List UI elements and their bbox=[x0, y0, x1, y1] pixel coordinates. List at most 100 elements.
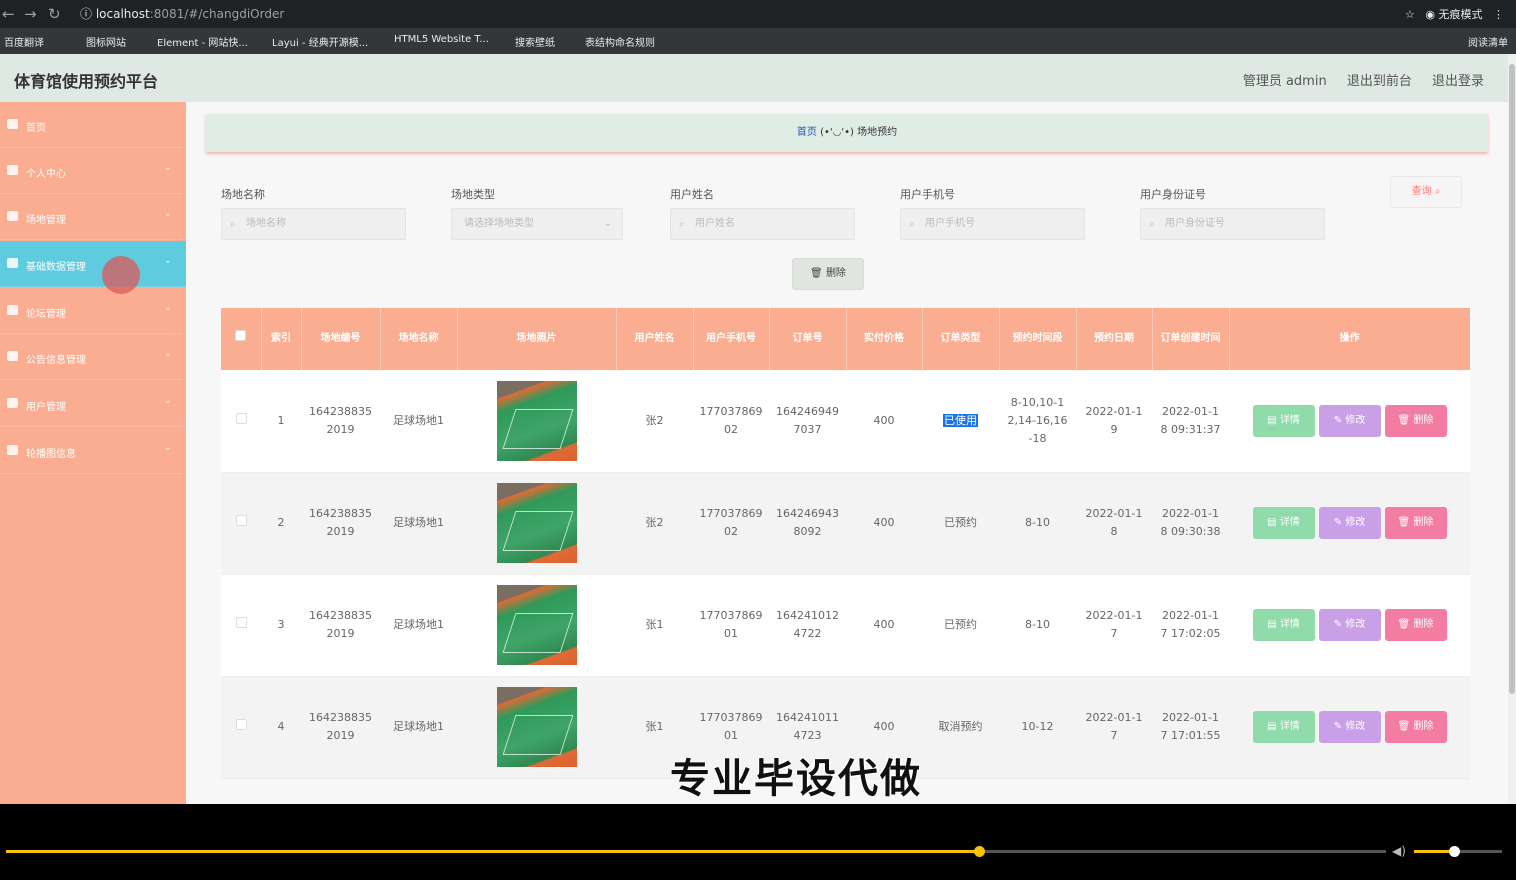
detail-button[interactable]: ▤ 详情 bbox=[1252, 609, 1315, 641]
sidebar-item-basic-data[interactable]: 基础数据管理 ⌄ bbox=[0, 241, 186, 287]
edit-button[interactable]: ✎ 修改 bbox=[1318, 404, 1381, 437]
column-header[interactable]: 实付价格 bbox=[846, 308, 923, 370]
order-type-cell: 已使用 bbox=[922, 370, 999, 473]
venue-name-cell: 足球场地1 bbox=[380, 676, 457, 779]
edit-button[interactable]: ✎ 修改 bbox=[1318, 609, 1381, 641]
bookmark-1[interactable]: 图标网站 bbox=[86, 34, 126, 49]
chevron-down-icon: ⌄ bbox=[163, 395, 172, 406]
delete-button[interactable]: 🗑 删除 bbox=[1384, 404, 1447, 437]
doc-icon: ▤ bbox=[1267, 517, 1277, 528]
delete-button[interactable]: 🗑 删除 bbox=[1384, 609, 1447, 641]
venue-photo-image[interactable] bbox=[496, 585, 577, 665]
user-icon bbox=[7, 165, 18, 175]
column-header[interactable]: 预约日期 bbox=[1076, 308, 1153, 370]
progress-bar[interactable] bbox=[6, 846, 1386, 857]
column-header[interactable]: 订单类型 bbox=[922, 308, 1000, 370]
detail-button[interactable]: ▤ 详情 bbox=[1252, 711, 1315, 743]
row-select-cell[interactable] bbox=[221, 574, 261, 677]
column-header[interactable]: 订单号 bbox=[769, 308, 847, 370]
user-phone-input[interactable]: ⌕ 用户手机号 bbox=[900, 208, 1085, 240]
home-icon bbox=[7, 119, 18, 129]
reload-icon[interactable]: ↻ bbox=[48, 5, 61, 23]
user-name-placeholder: 用户姓名 bbox=[695, 218, 735, 229]
bookmarks-bar: 百度翻译 图标网站 Element - 网站快... Layui - 经典开源模… bbox=[0, 28, 1516, 54]
sidebar-item-carousel[interactable]: 轮播图信息 ⌄ bbox=[0, 428, 186, 474]
sidebar: 首页 个人中心 ⌄ 场地管理 ⌄ 基础数据管理 ⌄ 论坛管理 ⌄ 公告信息管理 ⌄ 用户管… bbox=[0, 102, 186, 804]
sidebar-item-users[interactable]: 用户管理 ⌄ bbox=[0, 381, 186, 427]
row-checkbox[interactable] bbox=[235, 515, 247, 526]
back-icon[interactable]: ← bbox=[2, 5, 15, 23]
venue-photo-image[interactable] bbox=[496, 687, 577, 767]
time-slot-cell: 8-10,10-1 2,14-16,16 -18 bbox=[999, 370, 1076, 473]
video-player-controls: ◀) bbox=[0, 804, 1516, 880]
venue-photo-image[interactable] bbox=[496, 483, 577, 563]
venue-name-cell: 足球场地1 bbox=[380, 472, 457, 575]
row-checkbox[interactable] bbox=[235, 412, 247, 424]
order-type-cell: 已预约 bbox=[922, 472, 999, 575]
volume-icon[interactable]: ◀) bbox=[1392, 844, 1406, 858]
bookmark-6[interactable]: 表结构命名规则 bbox=[585, 34, 655, 49]
column-header[interactable]: 场地名称 bbox=[380, 308, 458, 370]
row-checkbox[interactable] bbox=[235, 719, 247, 730]
delete-button[interactable]: 🗑 删除 bbox=[1384, 507, 1447, 539]
detail-button[interactable]: ▤ 详情 bbox=[1252, 507, 1315, 539]
column-header[interactable]: 场地编号 bbox=[301, 308, 381, 370]
time-slot-cell: 8-10 bbox=[999, 472, 1076, 575]
price-cell: 400 bbox=[846, 472, 922, 575]
index-cell: 3 bbox=[261, 574, 301, 677]
chevron-down-icon: ⌄ bbox=[603, 218, 612, 229]
column-header[interactable]: 场地照片 bbox=[457, 308, 617, 370]
doc-icon: ▤ bbox=[1267, 721, 1277, 732]
row-select-cell[interactable] bbox=[221, 370, 261, 473]
pencil-icon: ✎ bbox=[1333, 414, 1343, 426]
user-idcard-input[interactable]: ⌕ 用户身份证号 bbox=[1140, 208, 1325, 240]
bookmark-5[interactable]: 搜索壁纸 bbox=[515, 34, 555, 49]
detail-button[interactable]: ▤ 详情 bbox=[1252, 404, 1315, 437]
sidebar-item-home[interactable]: 首页 bbox=[0, 102, 186, 148]
column-header[interactable]: 索引 bbox=[261, 308, 302, 370]
volume-knob[interactable] bbox=[1448, 846, 1460, 857]
page-scrollbar[interactable] bbox=[1508, 54, 1516, 804]
search-icon: ⌕ bbox=[1149, 219, 1155, 230]
reading-list[interactable]: 阅读清单 bbox=[1468, 34, 1508, 49]
bookmark-0[interactable]: 百度翻译 bbox=[4, 34, 44, 49]
bookmark-3[interactable]: Layui - 经典开源模... bbox=[272, 34, 368, 49]
back-to-front-link[interactable]: 退出到前台 bbox=[1347, 74, 1412, 89]
sidebar-item-venue[interactable]: 场地管理 ⌄ bbox=[0, 194, 186, 240]
sidebar-item-notice[interactable]: 公告信息管理 ⌄ bbox=[0, 334, 186, 380]
chevron-down-icon: ⌄ bbox=[163, 348, 172, 359]
row-select-cell[interactable] bbox=[221, 676, 261, 779]
column-header[interactable]: 预约时间段 bbox=[999, 308, 1077, 370]
bookmark-4[interactable]: HTML5 Website T... bbox=[394, 34, 489, 45]
address-bar[interactable]: ⓘ localhost:8081/#/changdiOrder bbox=[80, 5, 284, 22]
column-header[interactable]: 订单创建时间 bbox=[1152, 308, 1230, 370]
bookmark-2[interactable]: Element - 网站快... bbox=[157, 34, 248, 49]
breadcrumb-home[interactable]: 首页 bbox=[797, 127, 817, 138]
progress-knob[interactable] bbox=[973, 846, 985, 857]
scrollbar-thumb[interactable] bbox=[1509, 64, 1515, 694]
venue-name-input[interactable]: ⌕ 场地名称 bbox=[221, 208, 406, 240]
index-cell: 4 bbox=[261, 676, 301, 779]
user-name-input[interactable]: ⌕ 用户姓名 bbox=[670, 208, 855, 240]
row-checkbox[interactable] bbox=[235, 617, 247, 628]
edit-button[interactable]: ✎ 修改 bbox=[1318, 711, 1381, 743]
delete-button[interactable]: 🗑 删除 bbox=[1384, 711, 1447, 743]
select-all-checkbox[interactable] bbox=[235, 330, 247, 341]
sidebar-item-forum[interactable]: 论坛管理 ⌄ bbox=[0, 288, 186, 334]
batch-delete-button[interactable]: 🗑 删除 bbox=[792, 258, 864, 290]
index-cell: 1 bbox=[261, 370, 301, 473]
profile-badge[interactable]: ☆ ◉ 无痕模式 ⋮ bbox=[1405, 6, 1504, 22]
filter-type-label: 场地类型 bbox=[451, 188, 495, 201]
column-header[interactable]: 用户姓名 bbox=[616, 308, 694, 370]
row-select-cell[interactable] bbox=[221, 472, 261, 575]
venue-type-select[interactable]: 请选择场地类型 ⌄ bbox=[451, 208, 623, 240]
logout-link[interactable]: 退出登录 bbox=[1432, 74, 1484, 89]
sidebar-item-profile[interactable]: 个人中心 ⌄ bbox=[0, 148, 186, 194]
edit-button[interactable]: ✎ 修改 bbox=[1318, 507, 1381, 539]
select-all-cell[interactable] bbox=[221, 308, 262, 370]
forward-icon[interactable]: → bbox=[24, 5, 37, 23]
column-header[interactable]: 用户手机号 bbox=[693, 308, 770, 370]
query-button[interactable]: 查询 ⌕ bbox=[1390, 176, 1462, 208]
volume-slider[interactable] bbox=[1414, 846, 1502, 857]
venue-photo-image[interactable] bbox=[496, 380, 577, 461]
